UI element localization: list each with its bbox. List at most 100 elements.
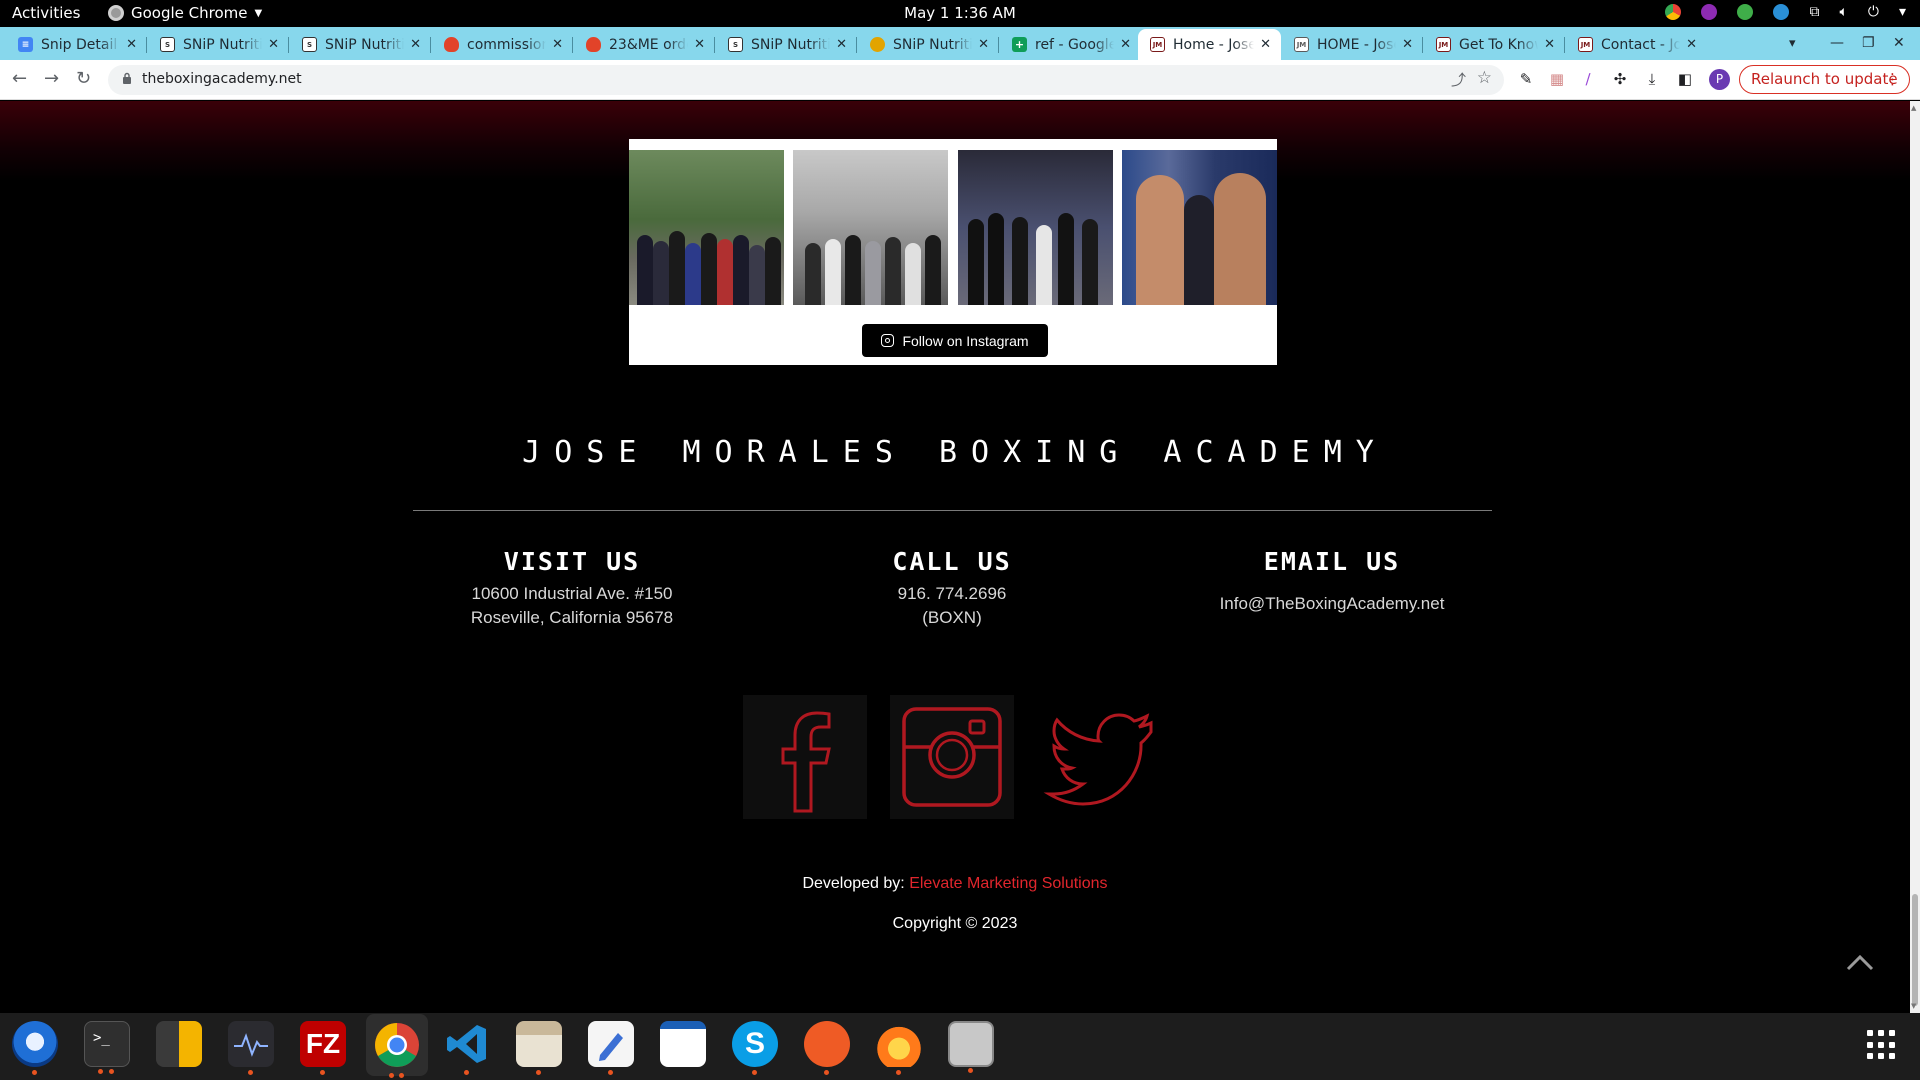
close-icon[interactable]: ✕ (410, 37, 421, 52)
docs-icon: ≡ (18, 37, 33, 52)
relaunch-to-update-button[interactable]: Relaunch to update ⋮ (1739, 65, 1910, 94)
network-icon[interactable]: ⧉ (1809, 4, 1819, 20)
system-monitor-icon[interactable] (228, 1021, 274, 1075)
email-us-section: EMAIL US Info@TheBoxingAcademy.net (1132, 547, 1532, 616)
page-scrollbar[interactable]: ▲ ▼ (1910, 101, 1920, 1013)
download-icon[interactable]: ⤓ (1643, 70, 1661, 88)
tab-title: SNiP Nutrition (751, 36, 831, 53)
chrome-tray-icon[interactable] (1665, 4, 1682, 20)
pen-extension-icon[interactable]: ∕ (1579, 70, 1597, 88)
instagram-feed: Follow on Instagram (629, 139, 1277, 365)
team-with-belts-photo[interactable] (629, 150, 784, 305)
close-icon[interactable]: ✕ (1544, 37, 1555, 52)
tab-23andme-orders[interactable]: 23&ME orders ✕ (574, 29, 715, 60)
sync-tray-icon[interactable] (1773, 4, 1790, 20)
close-icon[interactable]: ✕ (1260, 37, 1271, 52)
twitter-link[interactable] (1037, 695, 1161, 819)
libreoffice-writer-icon[interactable] (660, 1021, 706, 1067)
tab-commission[interactable]: commission ✕ (432, 29, 573, 60)
calculator-icon[interactable] (156, 1021, 202, 1067)
copyright-text: Copyright © 2023 (892, 915, 1018, 932)
disk-utility-icon[interactable] (948, 1021, 994, 1073)
corner-team-photo[interactable] (958, 150, 1113, 305)
skype-icon[interactable]: S (732, 1021, 778, 1075)
face-off-photo[interactable] (1122, 150, 1277, 305)
email-address[interactable]: Info@TheBoxingAcademy.net (1132, 592, 1532, 616)
tab-snip-nutrition-3[interactable]: S SNiP Nutrition ✕ (716, 29, 857, 60)
vpn-tray-icon[interactable] (1737, 4, 1754, 20)
vscode-icon[interactable] (444, 1021, 490, 1075)
maximize-icon[interactable]: ❐ (1862, 35, 1875, 51)
profile-avatar[interactable]: P (1709, 69, 1730, 90)
scroll-to-top-chevron-up-icon[interactable] (1845, 953, 1875, 971)
bookmark-star-icon[interactable]: ☆ (1477, 68, 1492, 88)
app-menu[interactable]: Google Chrome ▼ (108, 4, 262, 22)
phone-number[interactable]: 916. 774.2696 (752, 582, 1152, 606)
scroll-down-arrow-icon[interactable]: ▼ (1911, 1002, 1916, 1010)
scroll-up-arrow-icon[interactable]: ▲ (1911, 104, 1916, 112)
puzzle-extensions-icon[interactable]: ✣ (1611, 70, 1629, 88)
side-panel-icon[interactable]: ◧ (1676, 70, 1694, 88)
instagram-link[interactable] (890, 695, 1014, 819)
thunderbird-icon[interactable] (12, 1021, 58, 1075)
tab-snip-nutrition-2[interactable]: S SNiP Nutrition ✕ (290, 29, 431, 60)
activities-button[interactable]: Activities (12, 4, 80, 22)
tab-title: ref - Google Sheets (1035, 36, 1115, 53)
close-icon[interactable]: ✕ (978, 37, 989, 52)
back-arrow-icon[interactable]: ← (12, 68, 27, 89)
tab-title: SNiP Nutrition (325, 36, 405, 53)
tab-snip-nutrition-4[interactable]: SNiP Nutrition ✕ (858, 29, 999, 60)
tab-search-chevron-icon[interactable]: ▾ (1789, 36, 1796, 51)
firefox-dev-icon[interactable] (876, 1021, 922, 1075)
reload-icon[interactable]: ↻ (76, 68, 91, 89)
tab-title: SNiP Nutrition (893, 36, 973, 53)
sheets-icon: + (1012, 37, 1027, 52)
forward-arrow-icon[interactable]: → (44, 68, 59, 89)
tab-snip-nutrition-1[interactable]: S SNiP Nutrition ✕ (148, 29, 289, 60)
chevron-down-icon[interactable]: ▾ (1899, 4, 1906, 20)
close-icon[interactable]: ✕ (268, 37, 279, 52)
postman-icon[interactable] (804, 1021, 850, 1075)
tab-ref-google-sheets[interactable]: + ref - Google Sheets ✕ (1000, 29, 1141, 60)
clock[interactable]: May 1 1:36 AM (0, 4, 1920, 22)
calendar-extension-icon[interactable]: ▦ (1548, 70, 1566, 88)
developer-link[interactable]: Elevate Marketing Solutions (909, 875, 1107, 892)
volume-icon[interactable]: 🔈︎ (1839, 4, 1847, 20)
share-icon[interactable]: ⤴ (1451, 69, 1466, 90)
close-window-icon[interactable]: ✕ (1893, 35, 1905, 51)
tab-snip-detail[interactable]: ≡ Snip Detail ✕ (6, 29, 147, 60)
facebook-link[interactable] (743, 695, 867, 819)
chrome-icon[interactable] (366, 1014, 428, 1078)
close-icon[interactable]: ✕ (836, 37, 847, 52)
power-icon[interactable]: ⏻ (1868, 4, 1879, 20)
minimize-icon[interactable]: — (1830, 35, 1844, 51)
close-icon[interactable]: ✕ (694, 37, 705, 52)
tab-home-jose-morales[interactable]: JM Home - Jose Morales ✕ (1138, 29, 1281, 60)
files-icon[interactable] (516, 1021, 562, 1075)
tab-get-to-know[interactable]: JM Get To Know ✕ (1424, 29, 1565, 60)
tab-title: HOME - Jose Morales (1317, 36, 1396, 53)
close-icon[interactable]: ✕ (126, 37, 137, 52)
eyedropper-extension-icon[interactable]: ✎ (1517, 70, 1535, 88)
chrome-app-icon (108, 5, 124, 21)
scrollbar-thumb[interactable] (1912, 894, 1918, 1006)
show-apps-icon[interactable] (1867, 1030, 1897, 1060)
lock-icon[interactable] (122, 72, 132, 84)
gym-group-photo[interactable] (793, 150, 948, 305)
url-text[interactable]: theboxingacademy.net (142, 71, 302, 87)
tab-contact-jose[interactable]: JM Contact - Jose ✕ (1566, 29, 1707, 60)
close-icon[interactable]: ✕ (1686, 37, 1697, 52)
close-icon[interactable]: ✕ (1402, 37, 1413, 52)
kebab-menu-icon[interactable]: ⋮ (1885, 66, 1900, 92)
terminal-icon[interactable]: >_ (84, 1021, 130, 1074)
tab-home-jose-morales-2[interactable]: JM HOME - Jose Morales ✕ (1282, 29, 1423, 60)
text-editor-icon[interactable] (588, 1021, 634, 1075)
close-icon[interactable]: ✕ (552, 37, 563, 52)
tab-title: commission (467, 36, 547, 53)
extension-tray-icon[interactable] (1701, 4, 1718, 20)
address-bar[interactable]: theboxingacademy.net ⤴ ☆ (108, 65, 1504, 95)
filezilla-icon[interactable]: FZ (300, 1021, 346, 1075)
close-icon[interactable]: ✕ (1120, 37, 1131, 52)
jm-icon: JM (1436, 37, 1451, 52)
follow-on-instagram-button[interactable]: Follow on Instagram (862, 324, 1048, 357)
